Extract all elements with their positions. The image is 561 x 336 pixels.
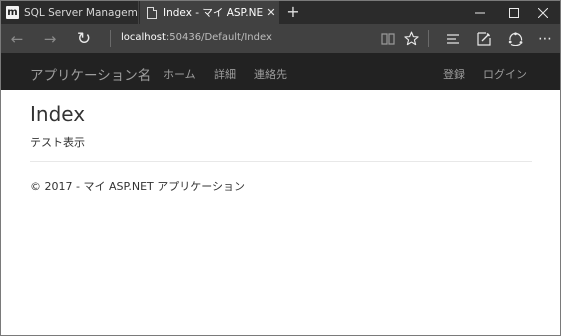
toolbar-separator [428,30,429,47]
minimize-button[interactable] [463,1,497,24]
tab-title: SQL Server Management St [24,6,138,19]
ssms-app-icon: m [6,6,19,19]
tab-index[interactable]: Index - マイ ASP.NET アプ ✕ [140,1,279,24]
forward-arrow-icon: → [43,29,57,48]
nav-about-link[interactable]: 詳細 [214,66,236,82]
site-navbar: アプリケーション名 ホーム 詳細 連絡先 登録 ログイン [1,53,560,90]
web-note-button[interactable] [472,24,496,53]
favorite-button[interactable] [399,24,423,53]
reading-view-button[interactable] [376,24,400,53]
url-host: localhost [121,32,166,43]
web-note-icon [477,31,491,46]
footer-text: © 2017 - マイ ASP.NET アプリケーション [30,180,246,193]
more-icon: ⋯ [538,30,552,47]
page-icon [147,6,157,19]
reading-view-icon [381,32,395,45]
footer-divider [30,161,532,162]
register-link[interactable]: 登録 [443,66,465,82]
close-icon [538,7,548,18]
nav-contact-link[interactable]: 連絡先 [254,66,287,82]
address-bar-row: ← → ↻ localhost:50436/Default/Index ⋯ [1,24,560,53]
login-link[interactable]: ログイン [483,66,527,82]
nav-home-link[interactable]: ホーム [163,66,196,82]
new-tab-button[interactable]: + [285,3,301,21]
minimize-icon [475,12,485,13]
page-title: Index [30,102,86,126]
hub-icon [447,33,459,44]
back-arrow-icon: ← [10,29,24,48]
forward-button[interactable]: → [37,24,63,53]
close-tab-icon[interactable]: ✕ [263,6,279,19]
url-path: :50436/Default/Index [165,32,272,43]
back-button[interactable]: ← [4,24,30,53]
tab-title: Index - マイ ASP.NET アプ [163,7,263,19]
brand-link[interactable]: アプリケーション名 [30,64,151,84]
browser-window: m SQL Server Management St Index - マイ AS… [0,0,561,336]
tab-sql-server[interactable]: m SQL Server Management St [1,1,139,24]
tab-bar: m SQL Server Management St Index - マイ AS… [1,1,560,24]
share-button[interactable] [503,24,527,53]
page-text: テスト表示 [30,136,85,149]
refresh-icon: ↻ [76,28,92,49]
url-field[interactable]: localhost:50436/Default/Index [121,32,272,43]
maximize-icon [509,7,519,18]
star-icon [403,31,419,46]
address-separator [110,30,111,47]
close-window-button[interactable] [526,1,560,24]
hub-button[interactable] [441,24,465,53]
share-icon [508,31,522,46]
more-button[interactable]: ⋯ [533,24,557,53]
refresh-button[interactable]: ↻ [71,24,97,53]
